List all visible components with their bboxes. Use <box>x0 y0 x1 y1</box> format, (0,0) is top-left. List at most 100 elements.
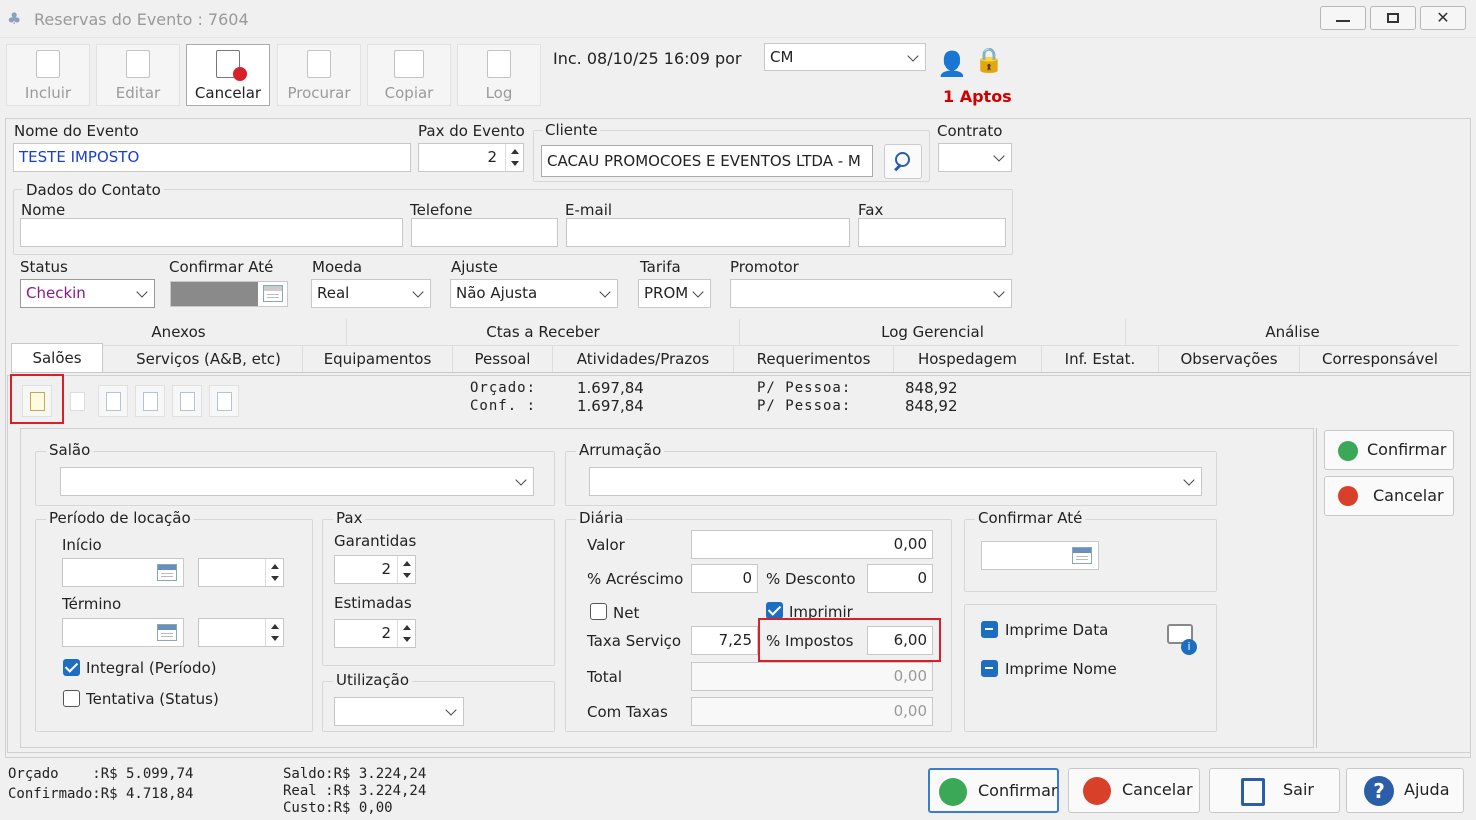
status-select[interactable]: Checkin <box>20 279 155 308</box>
promotor-select[interactable] <box>730 279 1012 308</box>
delete-salao-button[interactable] <box>98 385 128 417</box>
taxa-servico-input[interactable]: 7,25 <box>691 626 758 655</box>
pax-evento-label: Pax do Evento <box>418 122 525 140</box>
tab-observacoes[interactable]: Observações <box>1159 346 1300 372</box>
print-salao-button[interactable] <box>172 385 202 417</box>
pax-spinner[interactable] <box>505 144 523 171</box>
moeda-select[interactable]: Real <box>311 279 431 308</box>
promotor-label: Promotor <box>730 258 799 276</box>
ajuste-select[interactable]: Não Ajusta <box>450 279 618 308</box>
inicio-date-input[interactable] <box>62 558 184 587</box>
footer-confirmar-button[interactable]: Confirmar <box>928 768 1059 813</box>
estimadas-spinner[interactable] <box>397 620 415 647</box>
user-icon: 👤 <box>937 50 967 78</box>
estimadas-label: Estimadas <box>334 594 412 612</box>
app-icon: ♣ <box>7 9 22 28</box>
termino-date-input[interactable] <box>62 618 184 647</box>
close-button[interactable]: ✕ <box>1420 6 1466 30</box>
copy-salao-button[interactable] <box>135 385 165 417</box>
search-button[interactable] <box>884 144 922 179</box>
contrato-select[interactable] <box>938 143 1012 172</box>
aptos-count: 1 Aptos <box>943 87 1012 106</box>
tab-corresponsavel[interactable]: Corresponsável <box>1300 346 1460 372</box>
edit-salao-button[interactable] <box>62 385 92 417</box>
termino-time-input[interactable] <box>198 618 284 647</box>
info-message-icon[interactable]: i <box>1167 624 1199 656</box>
imprimir-checkbox[interactable] <box>766 602 783 619</box>
estimadas-value: 2 <box>381 624 391 642</box>
salao-select[interactable] <box>60 467 534 496</box>
diaria-title: Diária <box>576 509 627 527</box>
telefone-input[interactable] <box>411 218 558 247</box>
cliente-label: Cliente <box>543 121 600 139</box>
fax-input[interactable] <box>858 218 1006 247</box>
impostos-input[interactable]: 6,00 <box>867 626 933 655</box>
valor-input[interactable]: 0,00 <box>691 530 933 559</box>
orcado-value: 1.697,84 <box>577 379 644 397</box>
time-spinner[interactable] <box>265 559 283 586</box>
footer-ajuda-button[interactable]: ? Ajuda <box>1346 768 1464 813</box>
contrato-label: Contrato <box>937 122 1003 140</box>
tree-salao-button[interactable] <box>209 385 239 417</box>
tab-log-gerencial[interactable]: Log Gerencial <box>740 319 1126 345</box>
tab-equipamentos[interactable]: Equipamentos <box>303 346 453 372</box>
email-input[interactable] <box>566 218 850 247</box>
tab-requerimentos[interactable]: Requerimentos <box>734 346 894 372</box>
log-button[interactable]: Log <box>457 44 541 106</box>
calendar-icon[interactable] <box>157 564 177 581</box>
arrumacao-select[interactable] <box>589 467 1202 496</box>
minimize-button[interactable] <box>1320 6 1366 30</box>
time-spinner[interactable] <box>265 619 283 646</box>
integral-checkbox[interactable] <box>63 659 80 676</box>
tab-pessoal[interactable]: Pessoal <box>453 346 553 372</box>
confirmar-ate-salao-input[interactable] <box>981 541 1099 570</box>
inicio-time-input[interactable] <box>198 558 284 587</box>
cliente-input[interactable]: CACAU PROMOCOES E EVENTOS LTDA - M <box>541 145 873 177</box>
calendar-icon[interactable] <box>157 624 177 641</box>
salao-cancelar-button[interactable]: Cancelar <box>1324 476 1454 516</box>
copiar-button[interactable]: Copiar <box>367 44 451 106</box>
tarifa-select[interactable]: PROM <box>638 279 711 308</box>
tab-analise[interactable]: Análise <box>1126 319 1459 345</box>
moeda-label: Moeda <box>312 258 363 276</box>
cancelar-button[interactable]: Cancelar <box>186 44 270 106</box>
cancel-icon <box>1338 486 1358 506</box>
tab-hospedagem[interactable]: Hospedagem <box>894 346 1042 372</box>
salao-confirmar-button[interactable]: Confirmar <box>1324 430 1454 470</box>
title-bar: ♣ Reservas do Evento : 7604 ✕ <box>0 0 1476 38</box>
editar-button[interactable]: Editar <box>96 44 180 106</box>
imprime-nome-checkbox[interactable] <box>981 660 998 677</box>
utilizacao-select[interactable] <box>334 697 464 726</box>
user-select[interactable]: CM <box>764 43 926 71</box>
maximize-button[interactable] <box>1370 6 1416 30</box>
tab-anexos[interactable]: Anexos <box>11 319 347 345</box>
tab-servicos[interactable]: Serviços (A&B, etc) <box>115 346 303 372</box>
desconto-input[interactable]: 0 <box>867 564 933 593</box>
periodo-title: Período de locação <box>46 509 194 527</box>
tab-saloes[interactable]: Salões <box>11 343 103 372</box>
estimadas-input[interactable]: 2 <box>334 619 416 648</box>
conf-value: 1.697,84 <box>577 397 644 415</box>
pax-evento-input[interactable]: 2 <box>418 143 524 172</box>
contato-nome-input[interactable] <box>20 218 403 247</box>
garantidas-spinner[interactable] <box>397 556 415 583</box>
arrumacao-title: Arrumação <box>576 441 665 459</box>
acrescimo-input[interactable]: 0 <box>691 564 758 593</box>
window-title: Reservas do Evento : 7604 <box>34 10 249 29</box>
net-label: Net <box>613 604 640 622</box>
garantidas-input[interactable]: 2 <box>334 555 416 584</box>
net-checkbox[interactable] <box>590 603 607 620</box>
footer-sair-button[interactable]: Sair <box>1209 768 1340 813</box>
nome-evento-input[interactable]: TESTE IMPOSTO <box>13 143 411 172</box>
footer-cancelar-button[interactable]: Cancelar <box>1068 768 1200 813</box>
tab-ctas-receber[interactable]: Ctas a Receber <box>347 319 740 345</box>
tab-atividades[interactable]: Atividades/Prazos <box>553 346 734 372</box>
utilizacao-title: Utilização <box>333 671 413 689</box>
imprime-data-checkbox[interactable] <box>981 621 998 638</box>
tab-inf-estat[interactable]: Inf. Estat. <box>1042 346 1159 372</box>
procurar-button[interactable]: Procurar <box>277 44 361 106</box>
status-label: Status <box>20 258 68 276</box>
calendar-icon[interactable] <box>1072 547 1092 564</box>
incluir-button[interactable]: Incluir <box>6 44 90 106</box>
tentativa-checkbox[interactable] <box>63 690 80 707</box>
